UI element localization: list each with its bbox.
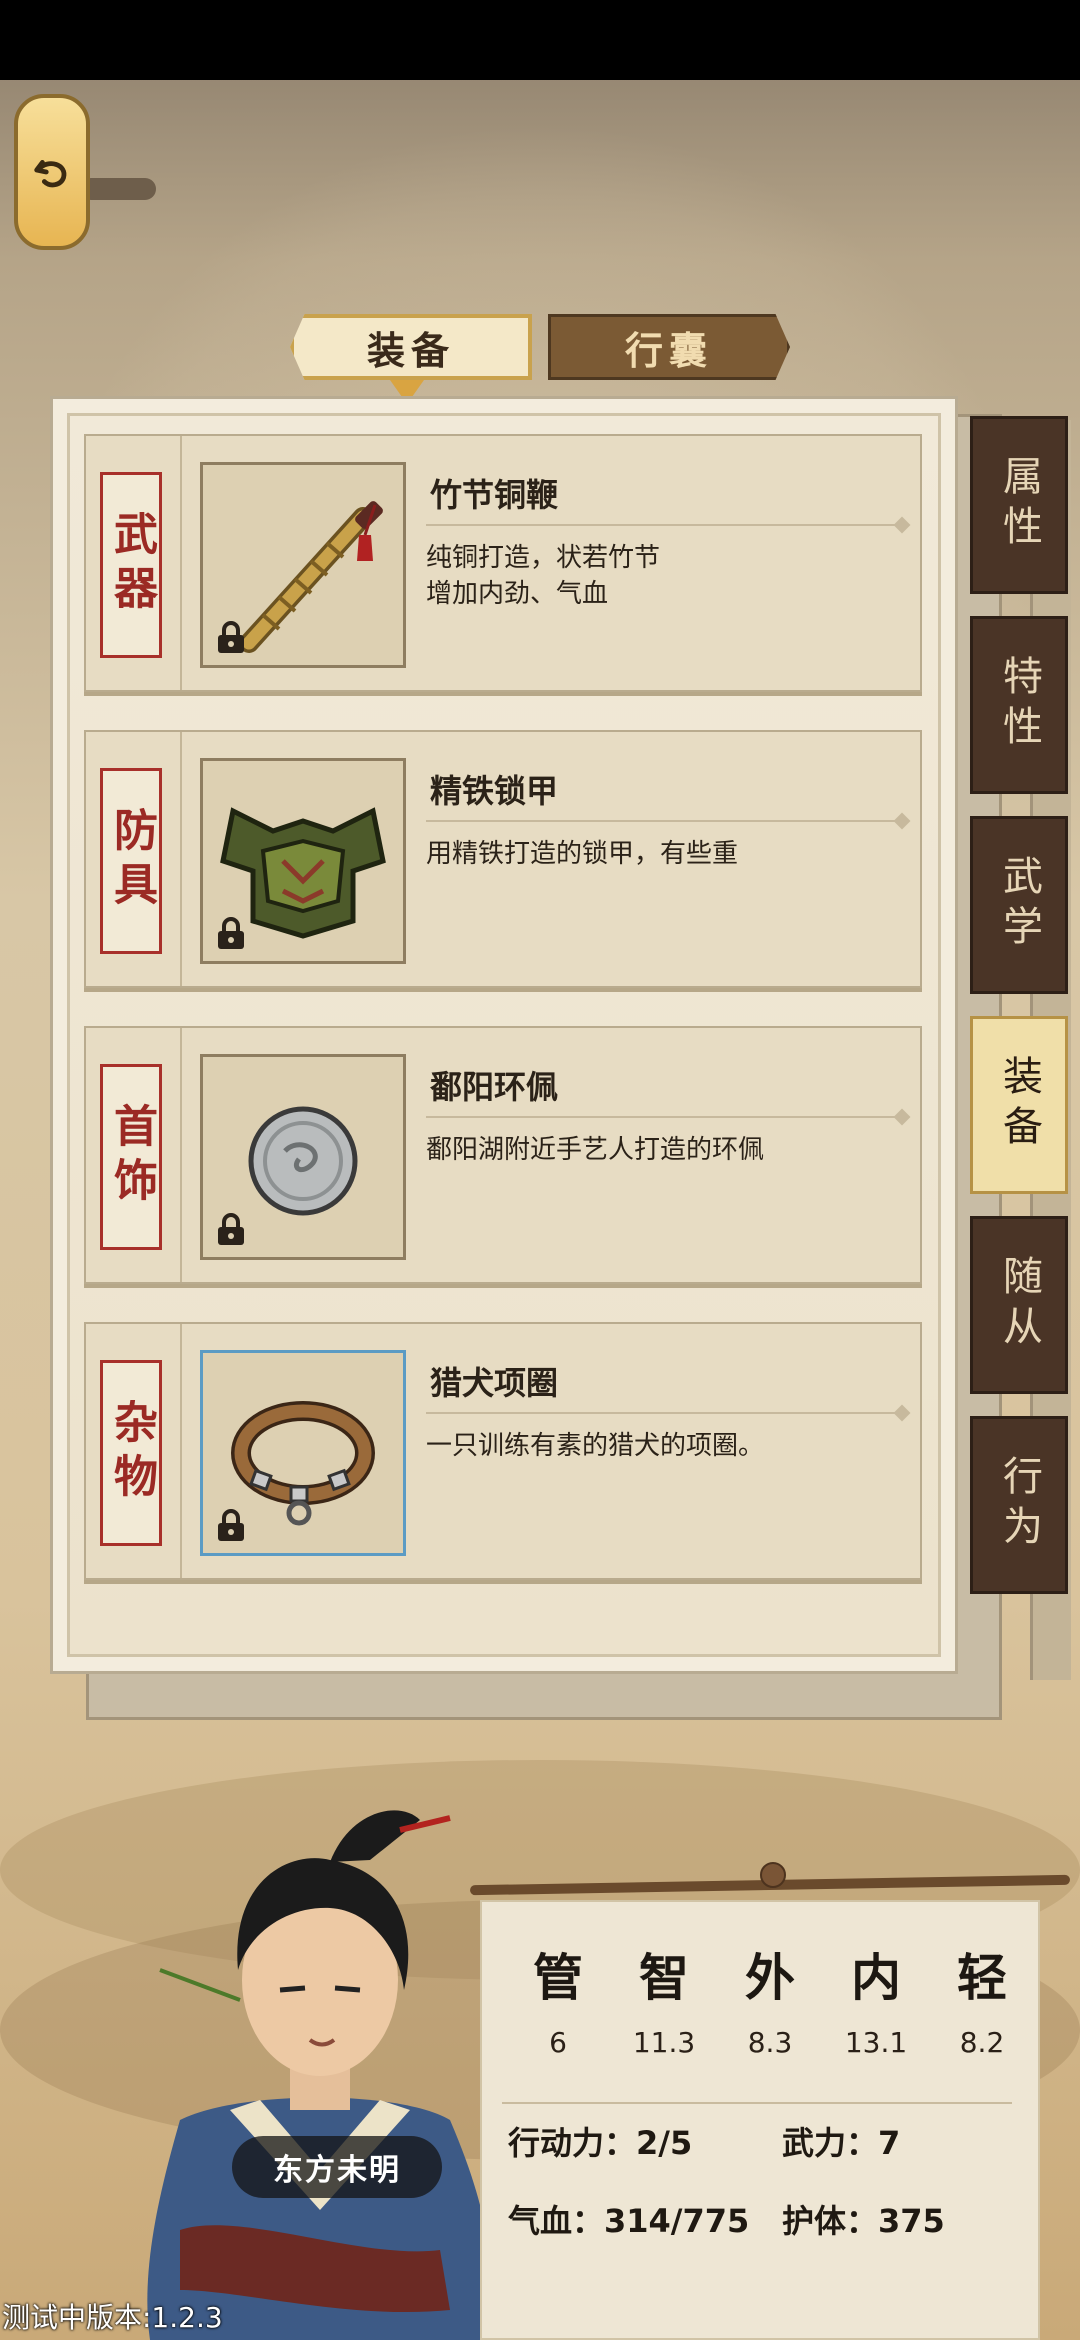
stat-column: 管 6 [518, 1948, 598, 2059]
character-portrait [147, 1810, 493, 2340]
hp-value: 气血：314/775 [508, 2202, 750, 2240]
item-divider [426, 1116, 904, 1118]
back-button[interactable] [14, 94, 90, 250]
item-icon-frame[interactable] [200, 1350, 406, 1556]
guard-value: 护体：375 [782, 2202, 945, 2240]
slot-divider [180, 1028, 182, 1282]
side-tab-martial-arts[interactable]: 武学 [970, 816, 1068, 994]
slot-category-label: 首饰 [100, 1064, 162, 1250]
slot-divider [180, 1324, 182, 1578]
back-arrow-icon [34, 160, 67, 188]
equipment-slot-armor[interactable]: 防具 精铁锁甲 用精铁打造的锁甲，有些重 [84, 730, 922, 988]
side-tab-traits[interactable]: 特性 [970, 616, 1068, 794]
stat-column: 轻 8.2 [942, 1948, 1022, 2059]
equipment-slot-accessory[interactable]: 首饰 鄱阳环佩 鄱阳湖附近手艺人打造的环佩 [84, 1026, 922, 1284]
stats-panel: 管 6 智 11.3 外 8.3 内 13.1 轻 8.2 行动力：2/5 武力… [480, 1900, 1040, 2340]
stat-label: 管 [533, 1948, 583, 2007]
equipment-slot-weapon[interactable]: 武器 竹节铜鞭 纯铜打造，状若竹节 增加内劲、气血 [84, 434, 922, 692]
stat-label: 外 [745, 1948, 795, 2007]
back-button-rail [80, 178, 156, 200]
tab-equipment[interactable]: 装备 [290, 314, 532, 380]
action-points: 行动力：2/5 [508, 2124, 693, 2162]
stat-value: 11.3 [632, 2026, 696, 2059]
item-description: 一只训练有素的猎犬的项圈。 [426, 1431, 765, 1461]
item-name: 猎犬项圈 [430, 1364, 559, 1402]
side-tab-followers[interactable]: 随从 [970, 1216, 1068, 1394]
item-divider [426, 820, 904, 822]
side-tab-behavior[interactable]: 行为 [970, 1416, 1068, 1594]
version-label: 测试中版本:1.2.3 [2, 2301, 223, 2334]
item-icon-frame[interactable] [200, 758, 406, 964]
item-description: 纯铜打造，状若竹节 增加内劲、气血 [426, 543, 661, 609]
lock-icon [218, 1509, 244, 1541]
slot-divider [180, 732, 182, 986]
stat-label: 轻 [957, 1948, 1007, 2007]
equipment-slot-misc[interactable]: 杂物 猎犬项圈 一只训练有素的猎犬的项圈。 [84, 1322, 922, 1580]
item-icon-frame[interactable] [200, 1054, 406, 1260]
item-name: 鄱阳环佩 [430, 1068, 559, 1106]
item-icon-frame[interactable] [200, 462, 406, 668]
stat-label: 智 [639, 1948, 689, 2007]
stats-divider [502, 2102, 1012, 2104]
item-divider [426, 1412, 904, 1414]
lock-icon [218, 621, 244, 653]
stat-column: 内 13.1 [836, 1948, 916, 2059]
side-tab-equipment[interactable]: 装备 [970, 1016, 1068, 1194]
slot-category-label: 防具 [100, 768, 162, 954]
stat-column: 外 8.3 [730, 1948, 810, 2059]
status-bar [0, 0, 1080, 80]
item-divider [426, 524, 904, 526]
stat-value: 6 [549, 2026, 567, 2059]
stat-value: 8.2 [959, 2026, 1005, 2059]
item-description: 用精铁打造的锁甲，有些重 [426, 839, 739, 869]
slot-divider [180, 436, 182, 690]
force-value: 武力：7 [782, 2124, 901, 2162]
item-name: 精铁锁甲 [430, 772, 559, 810]
item-description: 鄱阳湖附近手艺人打造的环佩 [426, 1135, 765, 1165]
slot-category-label: 武器 [100, 472, 162, 658]
lock-icon [218, 1213, 244, 1245]
tab-bag[interactable]: 行囊 [548, 314, 790, 380]
character-name: 东方未明 [232, 2136, 442, 2198]
scroll-knob [760, 1862, 786, 1888]
item-name: 竹节铜鞭 [430, 476, 559, 514]
slot-category-label: 杂物 [100, 1360, 162, 1546]
stat-column: 智 11.3 [624, 1948, 704, 2059]
side-tab-attributes[interactable]: 属性 [970, 416, 1068, 594]
stat-label: 内 [851, 1948, 901, 2007]
stat-value: 8.3 [747, 2026, 793, 2059]
stat-value: 13.1 [844, 2026, 908, 2059]
lock-icon [218, 917, 244, 949]
